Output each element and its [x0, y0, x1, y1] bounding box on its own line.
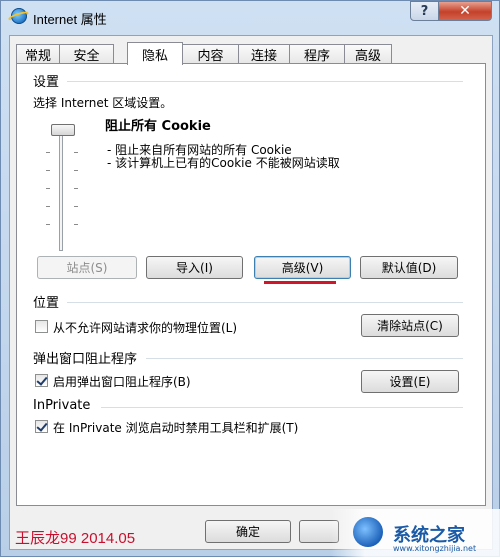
slider-tick [74, 206, 78, 207]
tab-privacy[interactable]: 隐私 [127, 42, 183, 65]
title-bar: Internet 属性 ? ✕ [1, 1, 499, 33]
default-button[interactable]: 默认值(D) [360, 256, 458, 279]
import-button[interactable]: 导入(I) [146, 256, 243, 279]
tab-content[interactable]: 内容 [182, 44, 239, 64]
slider-tick [74, 170, 78, 171]
window-title: Internet 属性 [33, 12, 107, 27]
tab-security[interactable]: 安全 [59, 44, 114, 64]
close-button[interactable]: ✕ [438, 1, 492, 21]
slider-tick [46, 224, 50, 225]
slider-tick [46, 188, 50, 189]
advanced-button[interactable]: 高级(V) [254, 256, 351, 279]
ok-button[interactable]: 确定 [205, 520, 291, 543]
slider-tick [74, 188, 78, 189]
slider-tick [74, 152, 78, 153]
privacy-level-description: - 该计算机上已有的Cookie 不能被网站读取 [107, 156, 340, 170]
enable-popup-blocker-label: 启用弹出窗口阻止程序(B) [53, 375, 191, 389]
inprivate-separator [101, 407, 463, 408]
slider-tick [46, 152, 50, 153]
enable-popup-blocker-checkbox[interactable] [35, 374, 48, 387]
privacy-level-title: 阻止所有 Cookie [105, 119, 211, 134]
help-button[interactable]: ? [410, 1, 439, 21]
popup-settings-button[interactable]: 设置(E) [361, 370, 459, 393]
highlight-underline [264, 281, 336, 284]
slider-tick [46, 206, 50, 207]
privacy-slider-track[interactable] [59, 129, 63, 251]
site-logo: 系统之家 www.xitongzhijia.net [331, 509, 500, 558]
sites-button[interactable]: 站点(S) [37, 256, 137, 279]
tab-advanced[interactable]: 高级 [344, 44, 392, 64]
disable-toolbars-inprivate-label: 在 InPrivate 浏览启动时禁用工具栏和扩展(T) [53, 421, 299, 435]
never-allow-location-checkbox[interactable] [35, 320, 48, 333]
slider-tick [74, 224, 78, 225]
zone-prompt: 选择 Internet 区域设置。 [33, 96, 173, 110]
privacy-panel [16, 63, 486, 506]
privacy-slider-thumb[interactable] [51, 124, 75, 136]
tab-programs[interactable]: 程序 [289, 44, 345, 64]
tab-connections[interactable]: 连接 [238, 44, 290, 64]
location-separator [67, 302, 463, 303]
internet-options-window: Internet 属性 ? ✕ 常规 安全 隐私 内容 连接 程序 高级 设置 … [0, 0, 500, 558]
dialog-client-area: 常规 安全 隐私 内容 连接 程序 高级 [9, 35, 493, 550]
never-allow-location-label: 从不允许网站请求你的物理位置(L) [53, 321, 238, 335]
location-heading: 位置 [33, 296, 60, 311]
slider-tick [46, 170, 50, 171]
internet-explorer-icon [11, 8, 27, 24]
popup-blocker-heading: 弹出窗口阻止程序 [33, 352, 138, 367]
clear-sites-button[interactable]: 清除站点(C) [361, 314, 459, 337]
disable-toolbars-inprivate-checkbox[interactable] [35, 420, 48, 433]
inprivate-heading: InPrivate [33, 398, 91, 413]
author-watermark: 王辰龙99 2014.05 [15, 530, 136, 547]
logo-url: www.xitongzhijia.net [393, 544, 477, 553]
settings-heading: 设置 [33, 75, 60, 90]
tab-general[interactable]: 常规 [16, 44, 60, 64]
settings-separator [67, 81, 463, 82]
house-logo-icon [353, 517, 383, 547]
popup-separator [146, 358, 463, 359]
